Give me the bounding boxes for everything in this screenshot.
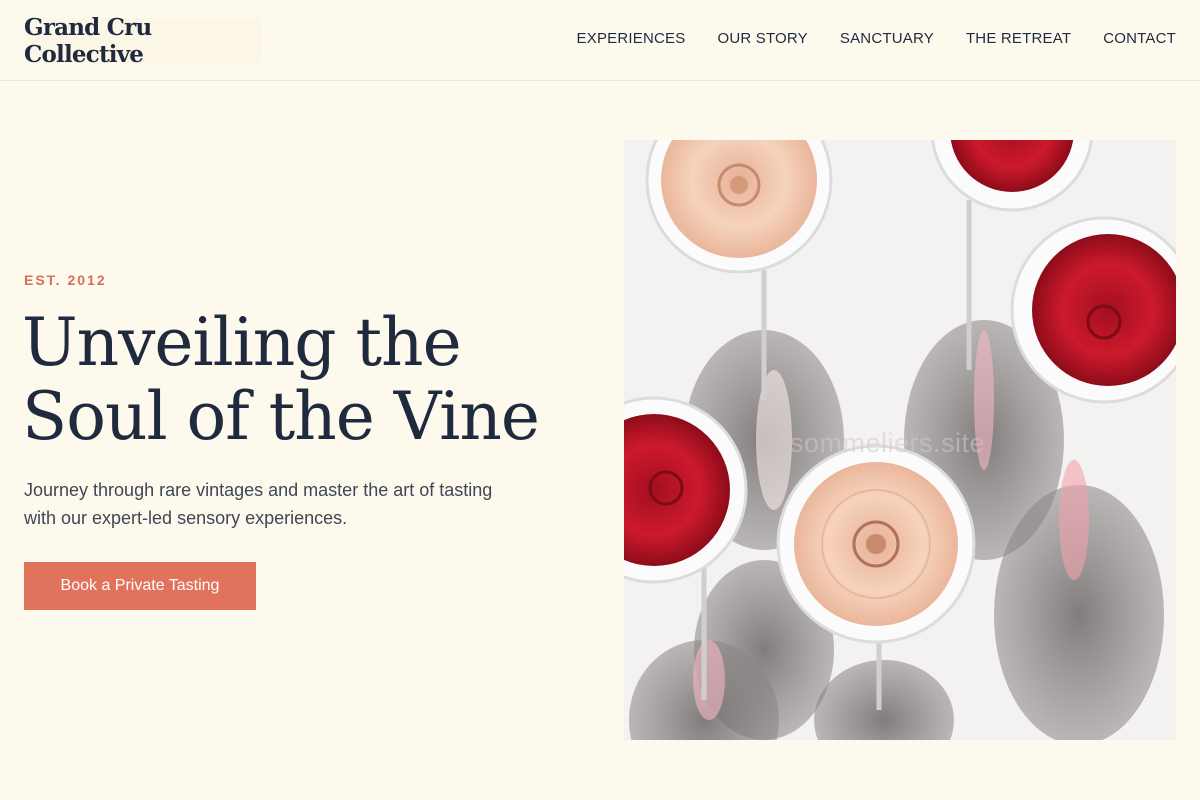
site-header: Grand Cru Collective EXPERIENCES OUR STO… [0,0,1200,81]
nav-item-contact[interactable]: CONTACT [1103,30,1176,47]
red-glass-right [1010,216,1176,404]
book-tasting-button[interactable]: Book a Private Tasting [24,562,256,610]
hero-eyebrow: EST. 2012 [24,272,107,288]
nav-item-the-retreat[interactable]: THE RETREAT [966,30,1071,47]
hero-headline: Unveiling the Soul of the Vine [22,306,582,454]
site-logo[interactable]: Grand Cru Collective [24,14,262,68]
hero-headline-line-1: Unveiling the [22,304,462,381]
hero-description: Journey through rare vintages and master… [24,480,493,528]
hero-headline-line-2: Soul of the Vine [22,378,540,455]
image-watermark: sommeliers.site [790,428,986,458]
main-nav: EXPERIENCES OUR STORY SANCTUARY THE RETR… [577,30,1176,47]
nav-item-experiences[interactable]: EXPERIENCES [577,30,686,47]
nav-item-our-story[interactable]: OUR STORY [717,30,807,47]
nav-item-sanctuary[interactable]: SANCTUARY [840,30,934,47]
rose-glass-center [776,444,976,644]
